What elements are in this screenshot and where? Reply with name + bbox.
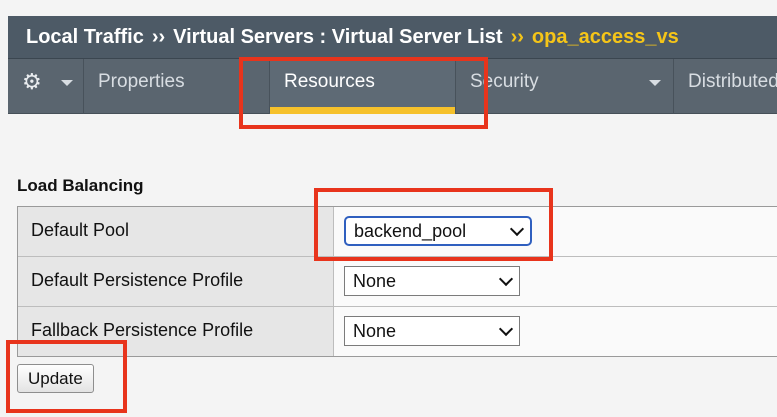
chevron-down-icon: [498, 321, 514, 337]
section-title: Load Balancing: [17, 176, 144, 195]
chevron-down-icon: [498, 271, 514, 287]
tab-bar: ⚙ Properties Resources Security Distribu…: [8, 59, 777, 114]
fallback-persistence-profile-select[interactable]: None: [344, 316, 520, 346]
chevron-down-icon: [509, 221, 525, 237]
default-persistence-selected-value: None: [353, 271, 397, 291]
field-label: Fallback Persistence Profile: [18, 307, 334, 356]
tab-security[interactable]: Security: [456, 59, 674, 114]
chevron-down-icon: [61, 80, 73, 86]
tab-resources[interactable]: Resources: [270, 59, 456, 114]
tab-properties[interactable]: Properties: [84, 59, 270, 114]
breadcrumb-separator: ››: [151, 26, 166, 48]
tab-properties-label: Properties: [98, 71, 185, 92]
gear-icon: ⚙: [22, 69, 42, 94]
field-label: Default Pool: [18, 207, 334, 256]
tab-security-label: Security: [470, 71, 539, 92]
breadcrumb-separator: ››: [510, 26, 524, 48]
default-pool-selected-value: backend_pool: [354, 221, 467, 241]
gear-menu-button[interactable]: ⚙: [8, 59, 84, 114]
breadcrumb-local-traffic[interactable]: Local Traffic: [26, 26, 144, 48]
breadcrumb-current-item: opa_access_vs: [531, 26, 679, 48]
table-row: Fallback Persistence Profile None: [18, 307, 777, 357]
load-balancing-table: Default Pool backend_pool Default Persis…: [17, 206, 777, 357]
chevron-down-icon: [649, 80, 661, 86]
field-value-cell: None: [334, 257, 777, 306]
table-row: Default Persistence Profile None: [18, 257, 777, 307]
tab-distributed[interactable]: Distributed: [674, 59, 777, 114]
default-persistence-profile-select[interactable]: None: [344, 266, 520, 296]
table-row: Default Pool backend_pool: [18, 207, 777, 257]
field-label: Default Persistence Profile: [18, 257, 334, 306]
breadcrumb-virtual-server-list[interactable]: Virtual Servers : Virtual Server List: [173, 26, 502, 48]
field-value-cell: None: [334, 307, 777, 356]
field-value-cell: backend_pool: [334, 207, 777, 256]
active-tab-indicator: [270, 107, 455, 114]
tab-distributed-label: Distributed: [688, 71, 777, 92]
breadcrumb: Local Traffic ›› Virtual Servers : Virtual…: [8, 16, 777, 59]
tab-resources-label: Resources: [284, 71, 375, 92]
update-button[interactable]: Update: [17, 364, 94, 393]
default-pool-select[interactable]: backend_pool: [344, 216, 532, 246]
fallback-persistence-selected-value: None: [353, 321, 397, 341]
